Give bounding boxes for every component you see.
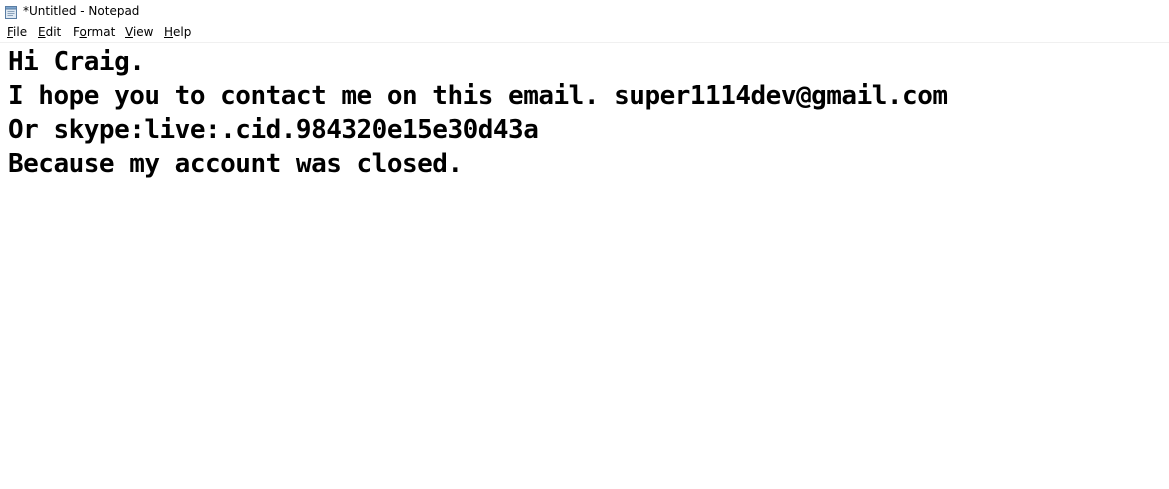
- menu-help[interactable]: Help: [164, 25, 191, 40]
- text-editor-area[interactable]: Hi Craig. I hope you to contact me on thi…: [0, 43, 1169, 489]
- editor-content[interactable]: Hi Craig. I hope you to contact me on thi…: [8, 45, 1158, 181]
- menu-format-mnemonic: o: [79, 25, 87, 39]
- menu-edit-mnemonic: E: [38, 25, 46, 39]
- notepad-icon: [4, 4, 18, 19]
- menu-file[interactable]: File: [7, 25, 27, 40]
- menu-view-rest: iew: [132, 25, 154, 39]
- menu-edit-rest: dit: [45, 25, 62, 39]
- menu-bar: File Edit Format View Help: [0, 23, 1169, 43]
- menu-view-mnemonic: V: [125, 25, 133, 39]
- menu-format[interactable]: Format: [73, 25, 115, 40]
- editor-line: Because my account was closed.: [8, 149, 463, 179]
- notepad-window: *Untitled - Notepad File Edit Format Vie…: [0, 0, 1169, 489]
- menu-help-rest: elp: [173, 25, 192, 39]
- menu-format-rest: rmat: [86, 25, 116, 39]
- menu-view[interactable]: View: [125, 25, 153, 40]
- editor-line: I hope you to contact me on this email. …: [8, 81, 948, 111]
- menu-edit[interactable]: Edit: [38, 25, 61, 40]
- menu-help-mnemonic: H: [164, 25, 174, 39]
- window-title: *Untitled - Notepad: [23, 4, 140, 18]
- title-bar[interactable]: *Untitled - Notepad: [0, 0, 1169, 23]
- menu-file-rest: ile: [13, 25, 28, 39]
- editor-line: Hi Craig.: [8, 47, 145, 77]
- editor-line: Or skype:live:.cid.984320e15e30d43a: [8, 115, 539, 145]
